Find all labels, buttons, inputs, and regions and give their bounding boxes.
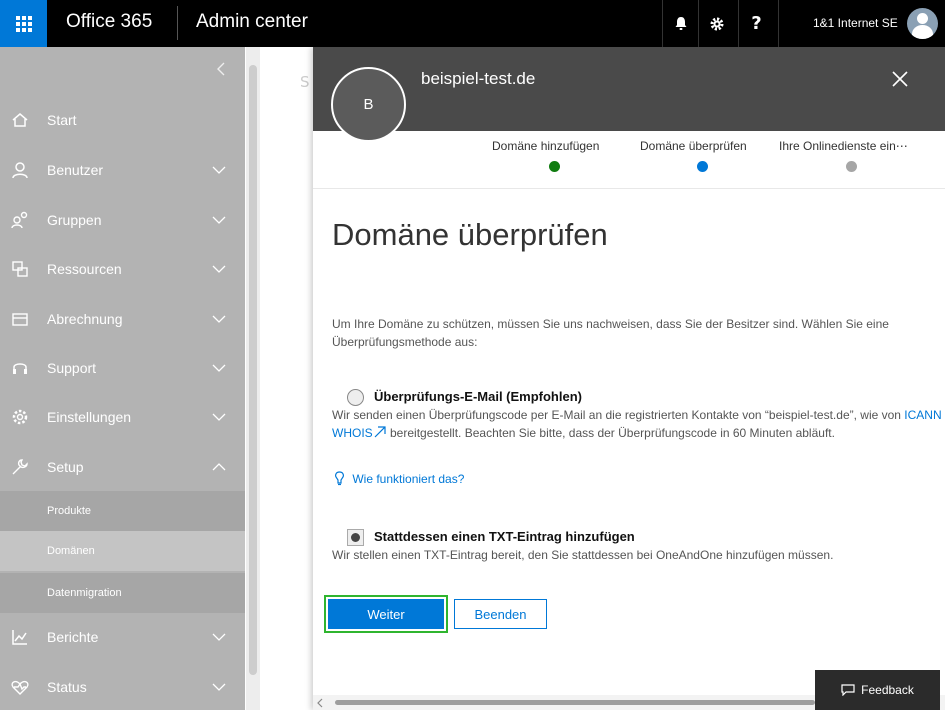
sidebar-scrollbar[interactable] — [246, 47, 260, 710]
user-icon — [12, 162, 28, 179]
step-label-add-domain: Domäne hinzufügen — [492, 139, 600, 153]
app-launcher-button[interactable] — [0, 0, 47, 47]
sidebar-item-abrechnung[interactable]: Abrechnung — [0, 297, 245, 341]
sidebar-item-label: Status — [47, 679, 87, 695]
txt-radio[interactable] — [347, 529, 364, 546]
collapse-chevron-icon[interactable] — [216, 61, 226, 77]
chart-icon — [12, 630, 27, 645]
sidebar-item-label: Abrechnung — [47, 311, 123, 327]
sidebar-item-berichte[interactable]: Berichte — [0, 615, 245, 659]
how-it-works-link[interactable]: Wie funktioniert das? — [334, 471, 464, 486]
close-icon[interactable] — [888, 67, 912, 91]
sidebar-item-label: Setup — [47, 459, 84, 475]
sidebar-item-label: Benutzer — [47, 162, 104, 178]
brand-title[interactable]: Office 365 — [66, 11, 152, 33]
close-button[interactable]: Beenden — [454, 599, 547, 629]
feedback-button[interactable]: Feedback — [815, 670, 940, 710]
headset-icon — [13, 363, 27, 374]
comment-icon — [841, 684, 855, 696]
group-icon — [11, 211, 28, 229]
chevron-down-icon — [212, 364, 226, 372]
intro-text: Um Ihre Domäne zu schützen, müssen Sie u… — [332, 317, 889, 349]
chevron-down-icon — [212, 413, 226, 421]
step-future-dot — [846, 161, 857, 172]
settings-button[interactable] — [698, 0, 734, 47]
sidebar: Start Benutzer Gruppen Ressourcen Abrech… — [0, 47, 245, 710]
step-done-dot — [549, 161, 560, 172]
sidebar-item-label: Support — [47, 360, 97, 376]
chevron-down-icon — [212, 683, 226, 691]
gear-icon — [12, 409, 28, 425]
top-bar: Office 365 Admin center ? 1&1 Internet S… — [0, 0, 945, 47]
txt-option-desc: Wir stellen einen TXT-Eintrag bereit, de… — [332, 548, 834, 562]
help-button[interactable]: ? — [738, 0, 774, 47]
sidebar-item-support[interactable]: Support — [0, 346, 245, 390]
wizard-steps: Domäne hinzufügen Domäne überprüfen Ihre… — [313, 131, 945, 189]
bell-icon — [675, 17, 686, 30]
sidebar-item-gruppen[interactable]: Gruppen — [0, 198, 245, 242]
sidebar-subitem-label: Datenmigration — [47, 587, 122, 599]
sidebar-item-status[interactable]: Status — [0, 665, 245, 709]
sidebar-item-label: Start — [47, 112, 77, 128]
step-label-online-services: Ihre Onlinedienste ein⋯ — [779, 139, 908, 153]
email-radio[interactable] — [347, 389, 364, 406]
feedback-label: Feedback — [861, 683, 914, 697]
add-domain-panel: beispiel-test.de B Domäne hinzufügen Dom… — [313, 47, 945, 710]
help-icon: ? — [751, 13, 762, 34]
sidebar-subitem-domaenen[interactable]: Domänen — [0, 531, 245, 571]
lightbulb-icon — [335, 471, 344, 486]
sidebar-subitem-label: Produkte — [47, 505, 92, 517]
sidebar-item-einstellungen[interactable]: Einstellungen — [0, 395, 245, 439]
external-link-icon[interactable] — [373, 426, 387, 438]
chevron-down-icon — [212, 265, 226, 273]
sidebar-subitem-label: Domänen — [47, 545, 95, 557]
txt-option-title: Stattdessen einen TXT-Eintrag hinzufügen — [374, 529, 635, 544]
chevron-down-icon — [212, 315, 226, 323]
domain-avatar-letter: B — [363, 96, 374, 113]
user-menu[interactable]: 1&1 Internet SE — [778, 0, 945, 47]
sidebar-item-setup[interactable]: Setup — [0, 445, 245, 489]
app-title[interactable]: Admin center — [196, 11, 308, 33]
how-it-works-label: Wie funktioniert das? — [352, 472, 465, 486]
email-option-desc: Wir senden einen Überprüfungscode per E-… — [332, 408, 942, 440]
panel-header: beispiel-test.de — [313, 47, 945, 131]
scrollbar-thumb[interactable] — [249, 65, 257, 675]
sidebar-item-benutzer[interactable]: Benutzer — [0, 148, 245, 192]
gear-icon — [710, 17, 723, 30]
user-avatar-icon — [907, 8, 938, 39]
scroll-left-icon[interactable] — [317, 697, 323, 709]
background-page: S — [260, 47, 313, 710]
page-title: Domäne überprüfen — [332, 217, 608, 252]
step-current-dot — [697, 161, 708, 172]
wrench-icon — [12, 459, 28, 475]
chevron-down-icon — [212, 216, 226, 224]
chevron-down-icon — [212, 633, 226, 641]
sidebar-item-label: Einstellungen — [47, 409, 132, 425]
sidebar-item-label: Gruppen — [47, 212, 102, 228]
home-icon — [12, 113, 28, 127]
waffle-icon — [15, 15, 32, 32]
sidebar-item-label: Ressourcen — [47, 261, 122, 277]
txt-record-option[interactable]: Stattdessen einen TXT-Eintrag hinzufügen… — [332, 527, 942, 567]
email-option-title: Überprüfungs-E-Mail (Empfohlen) — [374, 389, 582, 404]
chevron-down-icon — [212, 166, 226, 174]
sidebar-item-start[interactable]: Start — [0, 98, 245, 142]
next-button[interactable]: Weiter — [324, 595, 448, 633]
user-name: 1&1 Internet SE — [813, 16, 898, 30]
scrollbar-thumb[interactable] — [335, 700, 815, 705]
step-label-verify-domain: Domäne überprüfen — [640, 139, 747, 153]
sidebar-item-ressourcen[interactable]: Ressourcen — [0, 247, 245, 291]
sidebar-subitem-datenmigration[interactable]: Datenmigration — [0, 573, 245, 613]
panel-title: beispiel-test.de — [421, 69, 536, 88]
heart-icon — [11, 680, 29, 695]
billing-icon — [12, 313, 28, 326]
brand-divider — [177, 6, 178, 40]
sidebar-subitem-produkte[interactable]: Produkte — [0, 491, 245, 531]
background-page-text: S — [300, 73, 310, 91]
chevron-up-icon — [212, 463, 226, 471]
resources-icon — [12, 261, 28, 277]
sidebar-item-label: Berichte — [47, 629, 99, 645]
notifications-button[interactable] — [662, 0, 698, 47]
